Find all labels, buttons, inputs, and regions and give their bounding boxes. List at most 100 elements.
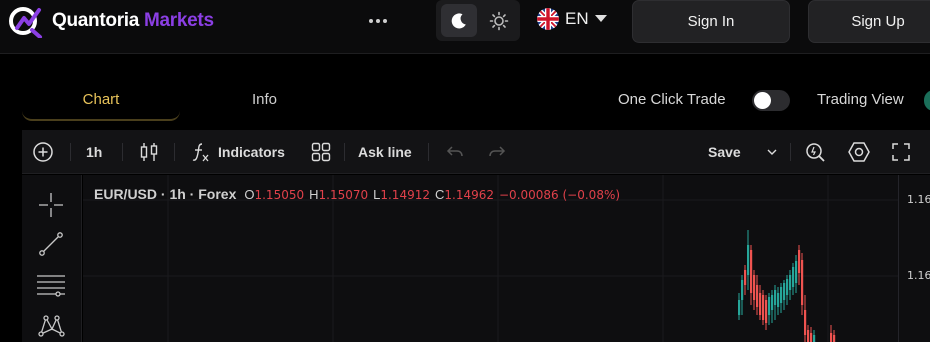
fx-icon (192, 143, 209, 162)
candle-body (780, 287, 783, 303)
candle-body (801, 260, 804, 305)
chart-toolbar: 1h Indicators Ask line Save (22, 130, 930, 174)
quick-search-icon (806, 143, 825, 162)
brand-logo[interactable]: Quantoria Markets (6, 4, 214, 38)
candle-body (795, 261, 798, 283)
uk-flag-icon (537, 8, 559, 30)
symbol-legend: EUR/USD · 1h · Forex O 1.15050 H 1.15070… (94, 186, 625, 202)
candle-body (830, 333, 833, 342)
toolbar-separator (70, 143, 71, 161)
sign-in-button[interactable]: Sign In (632, 0, 790, 43)
candle-body (807, 330, 810, 342)
toolbar-separator (428, 143, 429, 161)
language-label: EN (565, 9, 589, 28)
price-axis[interactable]: 1.16 1.16 (898, 175, 930, 342)
candle-body (771, 295, 774, 310)
chart-settings-button[interactable] (847, 130, 871, 174)
candle-body (750, 250, 753, 293)
price-chart-canvas[interactable]: EUR/USD · 1h · Forex O 1.15050 H 1.15070… (83, 175, 898, 342)
candle-body (833, 335, 836, 342)
toolbar-separator (790, 143, 791, 161)
indicators-button[interactable]: Indicators (190, 130, 285, 174)
indicators-label: Indicators (218, 144, 285, 160)
plus-circle-icon (33, 142, 53, 162)
candle-body (759, 293, 762, 315)
tab-chart[interactable]: Chart (22, 91, 180, 121)
trading-view-label: Trading View (817, 91, 904, 108)
candle-body (804, 310, 807, 335)
candle-body (738, 300, 741, 315)
pattern-icon (38, 315, 65, 337)
redo-button[interactable] (486, 130, 508, 174)
high-label: H (309, 187, 319, 202)
symbol-title: EUR/USD · 1h · Forex (94, 186, 237, 202)
redo-icon (489, 146, 506, 157)
candle-body (783, 283, 786, 300)
trend-line-tool[interactable] (36, 229, 66, 259)
theme-switcher (436, 0, 520, 41)
sign-up-button[interactable]: Sign Up (808, 0, 930, 43)
trading-view-toggle[interactable] (924, 90, 930, 111)
candle-body (747, 245, 750, 275)
tab-info[interactable]: Info (252, 91, 277, 108)
top-header: Quantoria Markets EN Sign In Sign Up (0, 0, 930, 54)
open-value: 1.15050 (254, 188, 305, 202)
close-value: 1.14962 (444, 188, 494, 202)
fib-retracement-tool[interactable] (36, 270, 66, 300)
dark-theme-button[interactable] (441, 4, 477, 37)
undo-button[interactable] (444, 130, 466, 174)
ask-line-button[interactable]: Ask line (358, 130, 412, 174)
candle-body (756, 285, 759, 307)
open-label: O (244, 187, 255, 202)
chart-type-button[interactable] (138, 130, 160, 174)
candle-body (810, 333, 813, 342)
candle-body (813, 335, 816, 342)
price-tick-label: 1.16 (907, 269, 930, 282)
quick-search-button[interactable] (804, 130, 826, 174)
price-tick-label: 1.16 (907, 193, 930, 206)
low-label: L (373, 187, 381, 202)
chevron-down-icon (767, 149, 777, 155)
more-horizontal-icon[interactable] (365, 12, 391, 30)
light-theme-button[interactable] (481, 4, 517, 37)
layout-grid-icon (311, 142, 331, 162)
low-value: 1.14912 (380, 188, 430, 202)
toolbar-separator (174, 143, 175, 161)
one-click-trade-toggle[interactable] (752, 90, 790, 111)
templates-button[interactable] (310, 130, 332, 174)
interval-button[interactable]: 1h (86, 130, 102, 174)
add-symbol-button[interactable] (32, 130, 54, 174)
candle-body (789, 275, 792, 290)
candle-body (762, 295, 765, 320)
crosshair-tool[interactable] (36, 190, 66, 220)
candle-body (753, 275, 756, 300)
candle-body (786, 279, 789, 295)
chart-tabs-bar: Chart Info One Click Trade Trading View (0, 55, 930, 129)
change-value: −0.00086 (−0.08%) (499, 188, 621, 202)
one-click-trade-label: One Click Trade (618, 91, 726, 108)
candle-body (774, 290, 777, 305)
save-button[interactable]: Save (708, 130, 741, 174)
brand-name: Quantoria Markets (52, 10, 214, 31)
toolbar-separator (344, 143, 345, 161)
candle-body (798, 250, 801, 273)
candle-body (765, 300, 768, 323)
sun-icon (489, 11, 509, 30)
candles-icon (140, 143, 158, 161)
candle-body (792, 267, 795, 287)
fullscreen-button[interactable] (890, 130, 912, 174)
pattern-tool[interactable] (36, 311, 66, 341)
logo-mark-icon (9, 7, 42, 38)
close-label: C (434, 187, 445, 202)
toggle-knob (754, 92, 771, 109)
fullscreen-icon (892, 143, 910, 161)
moon-icon (451, 12, 466, 28)
language-selector[interactable]: EN (537, 8, 607, 30)
drawing-toolbar (22, 175, 82, 342)
fib-retracement-icon (37, 275, 65, 297)
save-menu-button[interactable] (766, 130, 778, 174)
trend-line-icon (39, 232, 63, 256)
undo-icon (446, 146, 463, 157)
hexagon-settings-icon (848, 142, 870, 162)
candle-body (768, 297, 771, 315)
